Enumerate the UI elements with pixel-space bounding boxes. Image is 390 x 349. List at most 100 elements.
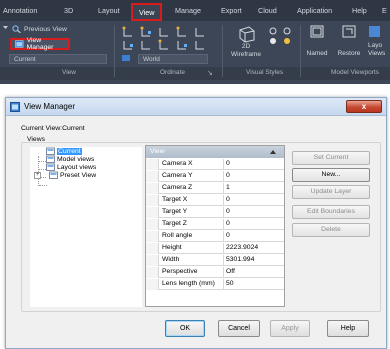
views-tree[interactable]: Current Model views Layout views + Prese… [30, 147, 142, 307]
restore-icon [342, 25, 356, 38]
new-view-button[interactable]: New... [292, 168, 370, 182]
grid-row[interactable]: Roll angle 0 [146, 231, 284, 242]
previous-view-button[interactable]: Previous View [12, 25, 67, 33]
tab-application[interactable]: Application [297, 6, 332, 15]
grid-row-gutter [146, 255, 159, 266]
view-folder-icon [46, 147, 55, 155]
grid-property-value[interactable]: 0 [226, 172, 284, 179]
grid-column-divider [223, 219, 224, 230]
help-button[interactable]: Help [327, 320, 369, 337]
view-folder-icon [49, 171, 58, 179]
ucs-world-combo[interactable]: World [138, 54, 208, 64]
grid-row[interactable]: Camera Y 0 [146, 171, 284, 182]
restore-viewports-button[interactable]: Restore [334, 25, 364, 58]
panel-expand-icon[interactable] [3, 25, 8, 30]
tree-item-model-views[interactable]: Model views [46, 155, 94, 163]
cancel-button[interactable]: Cancel [218, 320, 260, 337]
tree-item-preset-view[interactable]: + Preset View [34, 171, 96, 179]
visual-style-shaded-icon[interactable] [268, 27, 292, 53]
grid-category-header[interactable]: View [146, 146, 284, 158]
grid-property-value[interactable]: 50 [226, 280, 284, 287]
grid-property-value[interactable]: 5301.994 [226, 256, 284, 263]
grid-row[interactable]: Camera Z 1 [146, 183, 284, 194]
tree-connector [39, 185, 47, 186]
update-layer-label: Update Layer [310, 188, 352, 195]
view-manager-icon [15, 40, 24, 48]
tree-item-current[interactable]: Current [46, 147, 82, 155]
grid-row[interactable]: Target Z 0 [146, 219, 284, 230]
tab-cloud[interactable]: Cloud [258, 6, 277, 15]
dialog-titlebar[interactable]: View Manager x [6, 98, 386, 116]
view-manager-button[interactable]: View Manager [10, 37, 70, 51]
grid-property-value[interactable]: Off [226, 268, 284, 275]
current-view-label: Current View:Current [21, 125, 85, 132]
grid-row[interactable]: Perspective Off [146, 267, 284, 278]
expand-plus-icon[interactable]: + [34, 171, 41, 179]
ok-button[interactable]: OK [165, 320, 205, 337]
tab-overflow[interactable]: E [382, 6, 387, 15]
grid-property-value[interactable]: 0 [226, 220, 284, 227]
grid-row[interactable]: Lens length (mm) 50 [146, 279, 284, 290]
help-label: Help [340, 325, 356, 332]
apply-button[interactable]: Apply [270, 320, 310, 337]
view-folder-icon [46, 155, 55, 163]
tree-item-layout-views[interactable]: Layout views [46, 163, 96, 171]
grid-property-name: Perspective [162, 268, 198, 275]
grid-row-gutter [146, 207, 159, 218]
apply-label: Apply [281, 325, 299, 332]
grid-property-value[interactable]: 0 [226, 196, 284, 203]
grid-property-value[interactable]: 0 [226, 208, 284, 215]
grid-property-value[interactable]: 1 [226, 184, 284, 191]
grid-property-value[interactable]: 2223.9024 [226, 244, 284, 251]
grid-row[interactable]: Width 5301.994 [146, 255, 284, 266]
viewports-icon [310, 25, 324, 38]
wireframe-label-line1: 2D [241, 43, 251, 50]
tab-export[interactable]: Export [221, 6, 242, 15]
grid-row-gutter [146, 171, 159, 182]
named-view-combo[interactable]: Current [9, 54, 107, 64]
tab-help[interactable]: Help [352, 6, 367, 15]
view-manager-icon [10, 102, 20, 112]
tab-layout[interactable]: Layout [98, 6, 120, 15]
grid-row[interactable]: Camera X 0 [146, 159, 284, 170]
close-icon: x [361, 102, 367, 111]
grid-property-name: Width [162, 256, 180, 263]
named-label: Named [306, 50, 328, 57]
grid-property-name: Target Z [162, 220, 187, 227]
grid-row[interactable]: Target Y 0 [146, 207, 284, 218]
set-current-button[interactable]: Set Current [292, 151, 370, 165]
ucs-world-combo-value: World [143, 56, 160, 63]
grid-row[interactable]: Height 2223.9024 [146, 243, 284, 254]
delete-button[interactable]: Delete [292, 223, 370, 237]
grid-property-value[interactable]: 0 [226, 232, 284, 239]
collapse-arrow-icon[interactable] [270, 150, 276, 154]
model-viewports-panel-title: Model Viewports [331, 69, 379, 76]
grid-row-gutter [146, 231, 159, 242]
viewport-layouts-button[interactable]: Layo Views [368, 25, 390, 58]
named-viewports-button[interactable]: Named [304, 25, 330, 58]
grid-row[interactable]: Target X 0 [146, 195, 284, 206]
cancel-label: Cancel [228, 325, 250, 332]
visual-styles-panel-title: Visual Styles [246, 69, 284, 76]
grid-property-value[interactable]: 0 [226, 160, 284, 167]
visual-style-wireframe-button[interactable]: 2D Wireframe [228, 25, 264, 59]
grid-row-gutter [146, 159, 159, 170]
tab-view[interactable]: View [131, 3, 163, 21]
tree-item-label: Layout views [57, 163, 97, 171]
tree-item-label: Preset View [60, 171, 97, 179]
view-panel-title: View [62, 69, 76, 76]
grid-column-divider [223, 195, 224, 206]
wireframe-cube-icon [239, 26, 255, 43]
view-folder-icon [46, 163, 55, 171]
update-layer-button[interactable]: Update Layer [292, 185, 370, 199]
tab-annotation[interactable]: Annotation [3, 6, 37, 15]
close-button[interactable]: x [346, 100, 382, 113]
ordinate-panel-launcher-icon[interactable]: ↘ [207, 69, 213, 77]
tab-manage[interactable]: Manage [175, 6, 201, 15]
grid-column-divider [223, 243, 224, 254]
edit-boundaries-button[interactable]: Edit Boundaries [292, 205, 370, 219]
tab-3d[interactable]: 3D [64, 6, 73, 15]
grid-row-gutter [146, 279, 159, 290]
view-properties-grid[interactable]: View Camera X 0 Camera Y 0 Camera Z 1 Target X… [145, 145, 285, 307]
grid-column-divider [223, 279, 224, 290]
